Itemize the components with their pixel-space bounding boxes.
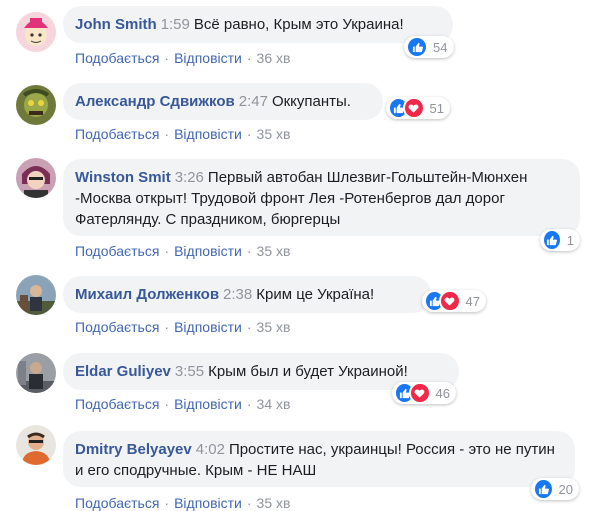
separator-dot: · <box>246 396 252 412</box>
thumbs-up-icon <box>406 36 428 58</box>
comment-age[interactable]: 36 хв <box>257 50 291 66</box>
separator-dot: · <box>164 495 170 511</box>
comment-text: Оккупанты. <box>271 93 351 110</box>
avatar[interactable] <box>16 85 56 125</box>
like-link[interactable]: Подобається <box>75 126 159 142</box>
separator-dot: · <box>164 126 170 142</box>
comment-author[interactable]: Eldar Guliyev <box>75 363 171 380</box>
comment-text: Крым был и будет Украиной! <box>208 363 408 380</box>
comment-time[interactable]: 1:59 <box>161 16 190 33</box>
avatar[interactable] <box>16 275 56 315</box>
heart-icon <box>439 290 461 312</box>
reply-link[interactable]: Відповісти <box>174 495 242 511</box>
like-link[interactable]: Подобається <box>75 495 159 511</box>
heart-icon <box>403 97 425 119</box>
comment-author[interactable]: Winston Smit <box>75 169 171 186</box>
separator-dot: · <box>164 396 170 412</box>
comment-actions: Подобається · Відповісти · 35 хв <box>75 495 290 511</box>
like-link[interactable]: Подобається <box>75 243 159 259</box>
comment-text: Всё равно, Крым это Украина! <box>193 16 404 33</box>
reaction-summary[interactable]: 46 <box>392 382 456 404</box>
reply-link[interactable]: Відповісти <box>174 319 242 335</box>
comment-time[interactable]: 3:26 <box>175 169 204 186</box>
comment-age[interactable]: 35 хв <box>257 495 291 511</box>
separator-dot: · <box>164 50 170 66</box>
comment-bubble: Михаил Долженков 2:38 Крим це Україна! <box>63 276 431 313</box>
comment-age[interactable]: 35 хв <box>257 319 291 335</box>
separator-dot: · <box>246 243 252 259</box>
comment-author[interactable]: John Smith <box>75 16 157 33</box>
heart-icon <box>409 382 431 404</box>
reaction-summary[interactable]: 47 <box>422 290 486 312</box>
thumbs-up-icon <box>542 229 562 251</box>
avatar[interactable] <box>16 12 56 52</box>
like-link[interactable]: Подобається <box>75 396 159 412</box>
avatar[interactable] <box>16 353 56 393</box>
comment-bubble: Александр Сдвижков 2:47 Оккупанты. <box>63 83 383 120</box>
reply-link[interactable]: Відповісти <box>174 126 242 142</box>
comment-time[interactable]: 2:38 <box>223 286 252 303</box>
reaction-count: 20 <box>558 481 573 497</box>
comment-actions: Подобається · Відповісти · 35 хв <box>75 126 290 142</box>
avatar[interactable] <box>16 425 56 465</box>
comment-actions: Подобається · Відповісти · 36 хв <box>75 50 290 66</box>
avatar[interactable] <box>16 158 56 198</box>
comment-time[interactable]: 3:55 <box>175 363 204 380</box>
reaction-count: 1 <box>566 232 574 248</box>
comment-actions: Подобається · Відповісти · 35 хв <box>75 319 290 335</box>
reply-link[interactable]: Відповісти <box>174 243 242 259</box>
reaction-summary[interactable]: 1 <box>540 229 580 251</box>
comment-text: Крим це Україна! <box>256 286 375 303</box>
separator-dot: · <box>246 50 252 66</box>
reply-link[interactable]: Відповісти <box>174 396 242 412</box>
reaction-summary[interactable]: 20 <box>531 478 579 500</box>
comment-actions: Подобається · Відповісти · 35 хв <box>75 243 290 259</box>
reaction-count: 47 <box>465 293 480 309</box>
comment-time[interactable]: 2:47 <box>239 93 268 110</box>
comment-author[interactable]: Александр Сдвижков <box>75 93 235 110</box>
comment-author[interactable]: Михаил Долженков <box>75 286 219 303</box>
reaction-summary[interactable]: 54 <box>404 36 454 58</box>
comment-age[interactable]: 35 хв <box>257 126 291 142</box>
reply-link[interactable]: Відповісти <box>174 50 242 66</box>
separator-dot: · <box>164 243 170 259</box>
comment-age[interactable]: 35 хв <box>257 243 291 259</box>
comment-author[interactable]: Dmitry Belyayev <box>75 441 192 458</box>
comment-bubble: Winston Smit 3:26 Первый автобан Шлезвиг-Г… <box>63 159 580 236</box>
separator-dot: · <box>164 319 170 335</box>
reaction-count: 51 <box>429 100 444 116</box>
comment-time[interactable]: 4:02 <box>196 441 225 458</box>
comment-actions: Подобається · Відповісти · 34 хв <box>75 396 290 412</box>
comment-age[interactable]: 34 хв <box>257 396 291 412</box>
like-link[interactable]: Подобається <box>75 50 159 66</box>
comment-bubble: John Smith 1:59 Всё равно, Крым это Украин… <box>63 6 453 43</box>
thumbs-up-icon <box>533 478 554 500</box>
comment-bubble: Dmitry Belyayev 4:02 Простите нас, украинц… <box>63 431 575 487</box>
reaction-summary[interactable]: 51 <box>386 97 450 119</box>
separator-dot: · <box>246 495 252 511</box>
reaction-count: 54 <box>433 39 448 55</box>
reaction-count: 46 <box>435 385 450 401</box>
separator-dot: · <box>246 319 252 335</box>
like-link[interactable]: Подобається <box>75 319 159 335</box>
separator-dot: · <box>246 126 252 142</box>
